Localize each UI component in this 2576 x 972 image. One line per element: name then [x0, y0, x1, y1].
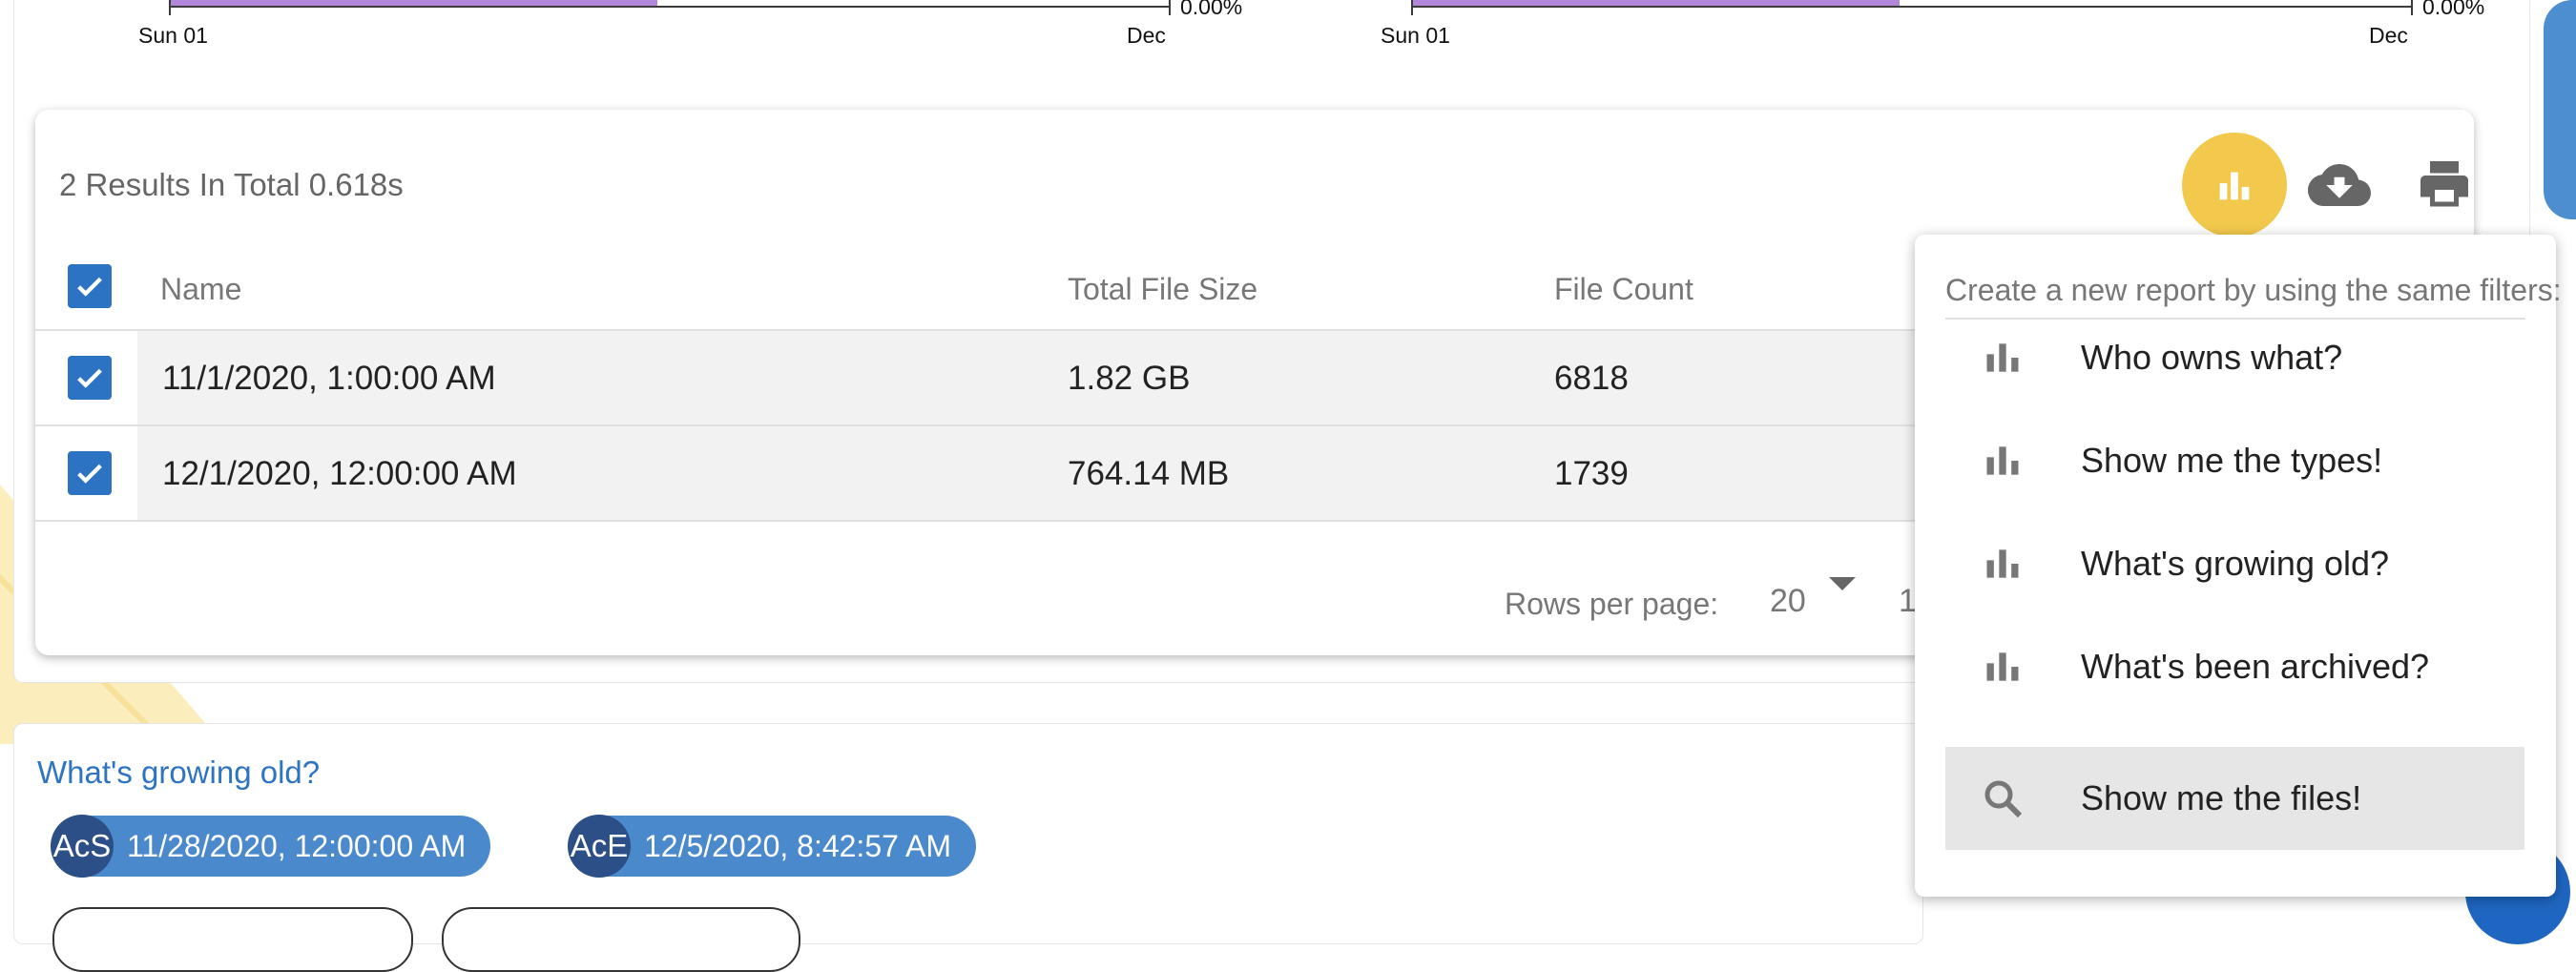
mini-chart-axis — [1411, 6, 2413, 8]
filter-chip-start[interactable]: AcS 11/28/2020, 12:00:00 AM — [51, 815, 491, 878]
x-tick-label: Dec — [2369, 23, 2408, 48]
chip-avatar: AcS — [51, 815, 114, 878]
check-icon — [77, 464, 102, 484]
chip-label: 12/5/2020, 8:42:57 AM — [644, 828, 952, 863]
side-edge-decoration — [2544, 0, 2576, 219]
menu-item-3[interactable]: What's been archived? — [1945, 615, 2524, 718]
menu-item-label: What's been archived? — [2081, 647, 2430, 686]
chip-avatar: AcE — [568, 815, 631, 878]
mini-chart-right: Sun 01 Dec 0.00% — [1381, 0, 2484, 48]
cell-total-file-size: 1.82 GB — [1068, 360, 1191, 397]
bar-chart-icon — [1974, 638, 2031, 695]
chip-label: 11/28/2020, 12:00:00 AM — [127, 828, 467, 863]
menu-item-0[interactable]: Who owns what? — [1945, 306, 2524, 409]
bar-chart-icon — [1974, 535, 2031, 592]
column-header-name[interactable]: Name — [160, 272, 241, 307]
cell-name: 12/1/2020, 12:00:00 AM — [162, 455, 517, 492]
menu-item-1[interactable]: Show me the types! — [1945, 409, 2524, 512]
outline-filter-chip[interactable] — [442, 907, 800, 972]
menu-item-label: Who owns what? — [2081, 338, 2343, 377]
cell-total-file-size: 764.14 MB — [1068, 455, 1230, 492]
chevron-down-icon[interactable] — [1829, 577, 1856, 590]
menu-item-2[interactable]: What's growing old? — [1945, 512, 2524, 615]
outline-filter-chip[interactable] — [52, 907, 413, 972]
print-button[interactable] — [2392, 133, 2497, 238]
search-icon — [1974, 770, 2031, 827]
check-icon — [77, 277, 102, 297]
axis-tick — [169, 0, 171, 15]
cell-name: 11/1/2020, 1:00:00 AM — [162, 360, 496, 397]
axis-tick — [1411, 0, 1413, 15]
bar-chart-icon — [1974, 432, 2031, 489]
menu-item-label: What's growing old? — [2081, 544, 2390, 583]
bar-chart-icon — [1974, 329, 2031, 386]
mini-chart-left: Sun 01 Dec 0.00% — [138, 0, 1242, 48]
y-tick-label: 0.00% — [2422, 0, 2485, 19]
row-checkbox[interactable] — [68, 451, 112, 495]
report-filters-panel: What's growing old? AcS 11/28/2020, 12:0… — [13, 723, 1923, 972]
results-summary: 2 Results In Total 0.618s — [59, 167, 404, 202]
cell-file-count: 1739 — [1554, 455, 1629, 492]
axis-tick — [2411, 0, 2413, 15]
printer-icon — [2420, 161, 2468, 207]
new-report-button[interactable] — [2182, 133, 2287, 238]
report-title-link[interactable]: What's growing old? — [37, 755, 320, 791]
new-report-menu: Create a new report by using the same fi… — [1915, 235, 2562, 897]
column-header-file-count[interactable]: File Count — [1554, 272, 1693, 307]
y-tick-label: 0.00% — [1180, 0, 1243, 19]
column-header-total-file-size[interactable]: Total File Size — [1068, 272, 1257, 307]
x-tick-label: Dec — [1127, 23, 1166, 48]
mini-chart-axis — [169, 6, 1171, 8]
menu-item-4[interactable]: Show me the files! — [1945, 747, 2524, 850]
select-all-checkbox[interactable] — [68, 264, 112, 308]
filter-chip-end[interactable]: AcE 12/5/2020, 8:42:57 AM — [568, 815, 977, 878]
menu-item-label: Show me the files! — [2081, 778, 2362, 817]
row-checkbox[interactable] — [68, 356, 112, 400]
rows-per-page-label: Rows per page: — [1505, 587, 1719, 621]
cell-file-count: 6818 — [1554, 360, 1629, 397]
rows-per-page-select[interactable]: 20 — [1770, 583, 1806, 620]
download-button[interactable] — [2287, 133, 2392, 238]
menu-item-label: Show me the types! — [2081, 441, 2383, 480]
cloud-download-icon — [2308, 164, 2371, 206]
x-tick-label: Sun 01 — [1381, 23, 1450, 48]
bar-chart-icon — [2219, 172, 2250, 200]
x-tick-label: Sun 01 — [138, 23, 208, 48]
check-icon — [77, 368, 102, 388]
axis-tick — [1169, 0, 1171, 15]
